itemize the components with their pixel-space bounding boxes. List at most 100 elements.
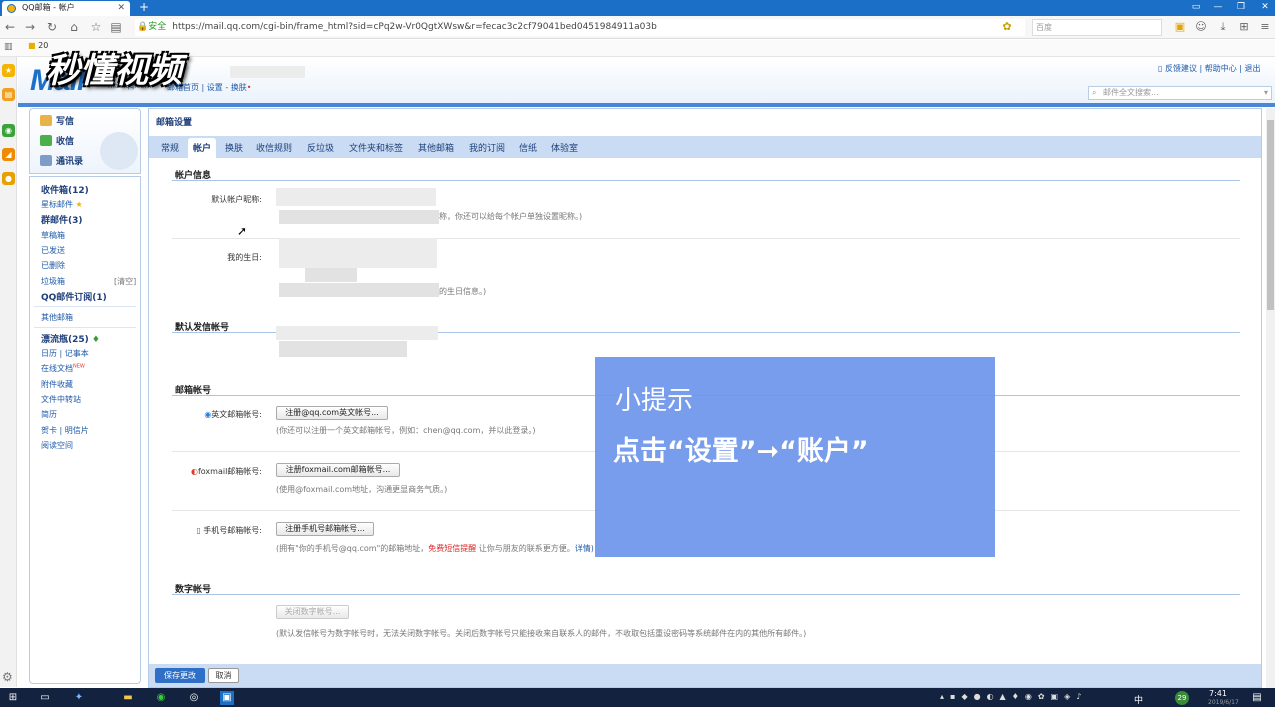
mail-home-link[interactable]: 邮箱首页	[167, 83, 199, 92]
browser-search-box[interactable]: 百度	[1032, 19, 1162, 36]
mail-search-input[interactable]: ⌕ 邮件全文搜索... ▾	[1088, 86, 1272, 100]
forward-icon[interactable]: →	[22, 19, 38, 35]
sms-link[interactable]: 免费短信提醒	[428, 544, 476, 553]
redacted-birthday-field	[279, 238, 437, 268]
folder-sent[interactable]: 已发送	[41, 245, 65, 256]
skin-link[interactable]: 换肤	[231, 83, 247, 92]
apps-icon[interactable]: ⊞	[1237, 20, 1251, 34]
clock[interactable]: 7:41 2019/6/17	[1208, 689, 1239, 707]
tab-folders[interactable]: 文件夹和标签	[349, 141, 403, 154]
restore-icon[interactable]: ❐	[1231, 0, 1251, 16]
address-bar[interactable]: 🔒安全 https://mail.qq.com/cgi-bin/frame_htm…	[135, 19, 1025, 36]
close-window-icon[interactable]: ✕	[1255, 0, 1275, 16]
wechat-taskbar-icon[interactable]: ◉	[154, 691, 168, 705]
video-watermark: 秒懂视频	[46, 52, 182, 90]
drift-bottle[interactable]: 漂流瓶(25) ♦	[41, 332, 100, 345]
tab-general[interactable]: 常规	[161, 141, 179, 154]
folder-icon: ■	[28, 41, 36, 50]
extension-icon[interactable]: ✿	[1000, 20, 1014, 34]
home-icon[interactable]: ⌂	[66, 19, 82, 35]
register-english-button[interactable]: 注册@qq.com英文帐号...	[276, 406, 388, 420]
weibo-icon[interactable]: ●	[2, 172, 15, 185]
menu-icon[interactable]: ≡	[1258, 20, 1272, 34]
sidebar-toggle-icon[interactable]: ▥	[4, 42, 13, 52]
user-icon[interactable]: ☺	[1194, 20, 1208, 34]
chevron-down-icon[interactable]: ▾	[1264, 87, 1268, 99]
favorites-icon[interactable]: ★	[2, 64, 15, 77]
folder-subscriptions[interactable]: QQ邮件订阅(1)	[41, 290, 107, 303]
card-link[interactable]: 贺卡	[41, 426, 57, 435]
calendar-link[interactable]: 日历	[41, 349, 57, 358]
tab-lab[interactable]: 体验室	[551, 141, 578, 154]
online-docs[interactable]: 在线文档NEW	[41, 363, 85, 374]
help-link[interactable]: 帮助中心	[1205, 64, 1237, 73]
tab-skin[interactable]: 换肤	[225, 141, 243, 154]
folder-deleted[interactable]: 已删除	[41, 260, 65, 271]
rss-icon[interactable]: ◢	[2, 148, 15, 161]
divider	[172, 180, 1240, 181]
star-icon[interactable]: ☆	[88, 19, 104, 35]
explorer-icon[interactable]: ▬	[121, 691, 135, 705]
close-digital-button[interactable]: 关闭数字帐号...	[276, 605, 349, 619]
register-mobile-button[interactable]: 注册手机号邮箱帐号...	[276, 522, 374, 536]
window-menu-icon[interactable]: ▭	[1186, 0, 1206, 16]
settings-link[interactable]: 设置	[207, 83, 223, 92]
tray-icons[interactable]: ▴▪◆●◐▲♦◉✿▣◈♪	[940, 692, 1087, 701]
folder-starred[interactable]: 星标邮件 ★	[41, 199, 83, 210]
logout-link[interactable]: 退出	[1245, 64, 1261, 73]
foxmail-icon: ◐	[190, 467, 198, 476]
folder-other[interactable]: 其他邮箱	[41, 312, 73, 323]
task-view-icon[interactable]: ▭	[38, 691, 52, 705]
feedback-link[interactable]: 反馈建议	[1165, 64, 1197, 73]
new-tab-button[interactable]: +	[139, 0, 149, 15]
reload-icon[interactable]: ↻	[44, 19, 60, 35]
store-icon[interactable]: ✦	[72, 691, 86, 705]
postcard-link[interactable]: 明信片	[65, 426, 89, 435]
tab-account[interactable]: 帐户	[193, 141, 211, 154]
notes-link[interactable]: 记事本	[65, 349, 89, 358]
card-postcard: 贺卡 | 明信片	[41, 426, 89, 435]
minimize-icon[interactable]: —	[1208, 0, 1228, 16]
details-link[interactable]: 详情)	[575, 544, 594, 553]
scrollbar-thumb[interactable]	[1267, 120, 1274, 310]
close-tab-icon[interactable]: ✕	[117, 1, 125, 15]
settings-gear-icon[interactable]: ⚙	[2, 670, 13, 684]
start-icon[interactable]: ⊞	[6, 691, 20, 705]
ime-indicator[interactable]: 中	[1134, 693, 1143, 706]
folder-drafts[interactable]: 草稿箱	[41, 230, 65, 241]
compose-button[interactable]: 写信	[40, 114, 74, 127]
back-icon[interactable]: ←	[2, 19, 18, 35]
tab-subscriptions[interactable]: 我的订阅	[469, 141, 505, 154]
tab-other-mail[interactable]: 其他邮箱	[418, 141, 454, 154]
reader-icon[interactable]: ▤	[108, 19, 124, 35]
contacts-button[interactable]: 通讯录	[40, 154, 83, 167]
redacted-nick-field	[276, 188, 436, 206]
tab-stationery[interactable]: 信纸	[519, 141, 537, 154]
tab-rules[interactable]: 收信规则	[256, 141, 292, 154]
folder-group[interactable]: 群邮件(3)	[41, 213, 83, 226]
qq-browser-taskbar-icon[interactable]: ▣	[220, 691, 234, 705]
reading-link[interactable]: 阅读空间	[41, 440, 73, 451]
resume-link[interactable]: 简历	[41, 409, 57, 420]
birthday-hint: 的生日信息。)	[439, 287, 487, 296]
clear-spam-link[interactable]: [清空]	[114, 276, 136, 287]
cancel-button[interactable]: 取消	[208, 668, 239, 683]
download-icon[interactable]: ⤓	[1216, 20, 1230, 34]
register-foxmail-button[interactable]: 注册foxmail.com邮箱帐号...	[276, 463, 400, 477]
notes-icon[interactable]: ▤	[2, 88, 15, 101]
browser-taskbar-icon[interactable]: ◎	[187, 691, 201, 705]
browser-tab[interactable]: QQ邮箱 - 帐户 ✕	[2, 1, 130, 16]
header-links: 邮箱首页 | 设置 - 换肤•	[167, 83, 252, 92]
notification-badge[interactable]: 29	[1175, 691, 1189, 705]
mobile-icon[interactable]: ▯	[1158, 64, 1162, 73]
transfer-link[interactable]: 文件中转站	[41, 394, 81, 405]
receive-button[interactable]: 收信	[40, 134, 74, 147]
wechat-icon[interactable]: ◉	[2, 124, 15, 137]
tab-antispam[interactable]: 反垃圾	[307, 141, 334, 154]
action-center-icon[interactable]: ▤	[1250, 691, 1264, 705]
wallet-icon[interactable]: ▣	[1173, 20, 1187, 34]
folder-spam[interactable]: 垃圾箱	[41, 276, 65, 287]
folder-inbox[interactable]: 收件箱(12)	[41, 183, 89, 196]
save-button[interactable]: 保存更改	[155, 668, 205, 683]
attachments-link[interactable]: 附件收藏	[41, 379, 73, 390]
